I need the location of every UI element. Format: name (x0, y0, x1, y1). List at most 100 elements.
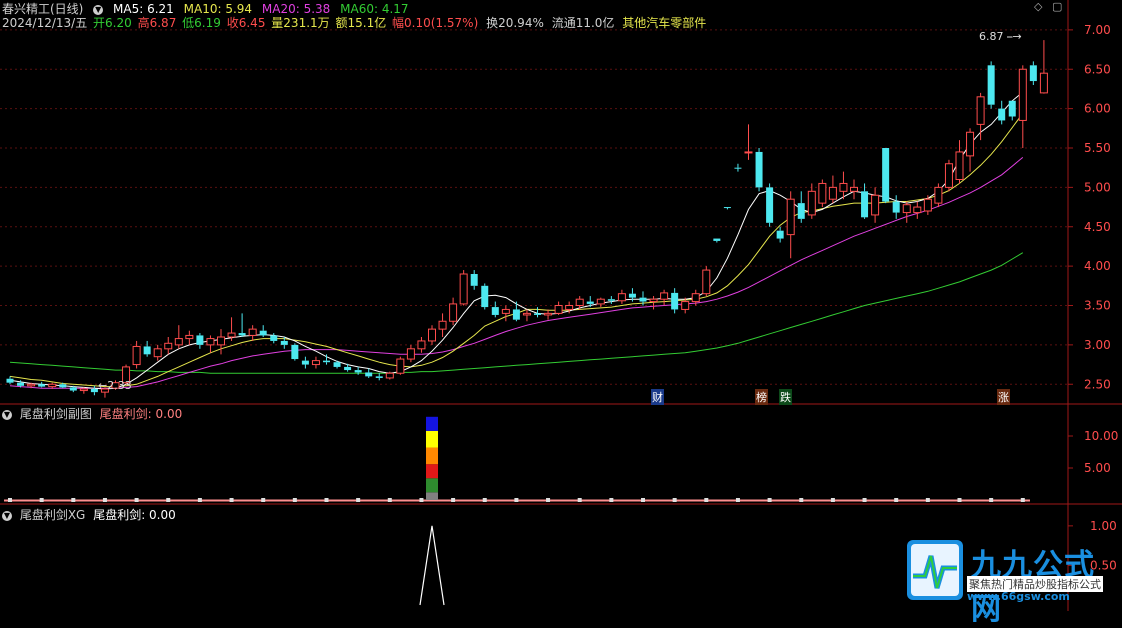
candle[interactable] (987, 61, 995, 109)
candle[interactable] (923, 195, 932, 215)
candle[interactable] (544, 309, 553, 320)
candle[interactable] (882, 148, 890, 204)
candle[interactable] (396, 356, 405, 375)
candle[interactable] (828, 175, 837, 204)
candle[interactable] (966, 128, 975, 172)
candle[interactable] (766, 183, 774, 227)
candle[interactable] (660, 289, 669, 306)
candle[interactable] (976, 92, 985, 141)
candle[interactable] (554, 301, 563, 315)
candle[interactable] (902, 201, 911, 223)
candle[interactable] (365, 368, 373, 378)
candle[interactable] (934, 183, 943, 208)
sub1-dot (641, 498, 645, 502)
marker-cai[interactable]: 财 (651, 389, 664, 405)
panel3-title[interactable]: 尾盘利剑XG (20, 508, 86, 522)
candle[interactable] (871, 187, 880, 223)
candle[interactable] (481, 283, 489, 310)
candle[interactable] (428, 325, 436, 345)
panel2-toggle-icon[interactable]: ▼ (2, 409, 12, 420)
menu-square-icon[interactable]: ▢ (1052, 0, 1062, 13)
sub1-dot (577, 498, 582, 502)
candle[interactable] (132, 340, 141, 369)
candle[interactable] (702, 266, 711, 297)
candle[interactable] (1018, 65, 1027, 148)
sub1-signal-segment (426, 492, 438, 500)
candle[interactable] (913, 201, 922, 219)
panel3-toggle-icon[interactable]: ▼ (2, 510, 12, 521)
sector-label[interactable]: 其他汽车零部件 (622, 16, 706, 30)
candle[interactable] (861, 183, 869, 219)
sub1-tick-label: 10.00 (1084, 429, 1118, 443)
marker-zhang[interactable]: 涨 (997, 389, 1010, 405)
candle[interactable] (501, 305, 510, 322)
candle[interactable] (449, 297, 458, 326)
candle[interactable] (522, 309, 531, 322)
candle[interactable] (90, 385, 98, 396)
candle[interactable] (755, 148, 763, 192)
candle[interactable] (248, 325, 257, 341)
candle[interactable] (512, 301, 520, 322)
diamond-icon[interactable]: ◇ (1034, 0, 1042, 13)
candle[interactable] (185, 330, 194, 345)
candle[interactable] (206, 335, 215, 353)
sub1-dot (229, 498, 234, 502)
low-label: 低6.19 (182, 16, 221, 30)
candle[interactable] (617, 289, 626, 304)
sub1-dot (1020, 498, 1025, 502)
candle[interactable] (438, 313, 447, 337)
low-price-annotation: ←2.33 (98, 379, 132, 392)
turnover-label: 换20.94% (486, 16, 544, 30)
candle[interactable] (143, 340, 151, 357)
candle[interactable] (311, 356, 320, 369)
candle[interactable] (744, 124, 753, 160)
sub1-dot (957, 498, 962, 502)
candle[interactable] (786, 191, 795, 259)
dropdown-icon[interactable]: ▼ (93, 4, 104, 15)
candle[interactable] (291, 343, 299, 361)
candle[interactable] (470, 270, 478, 290)
candle[interactable] (196, 333, 204, 349)
candle[interactable] (955, 140, 964, 184)
candle[interactable] (417, 337, 426, 353)
open-label: 开6.20 (93, 16, 132, 30)
candle[interactable] (776, 226, 784, 243)
candle[interactable] (164, 337, 173, 355)
candle[interactable] (850, 179, 858, 200)
candle[interactable] (807, 183, 816, 219)
candle[interactable] (713, 238, 721, 243)
candle[interactable] (6, 376, 14, 385)
candle[interactable] (238, 313, 246, 337)
marker-bang[interactable]: 榜 (755, 389, 768, 405)
candle[interactable] (1029, 61, 1037, 85)
candle[interactable] (38, 381, 46, 388)
candle[interactable] (459, 270, 468, 306)
candle[interactable] (1008, 100, 1016, 121)
candle[interactable] (406, 344, 415, 363)
candle[interactable] (797, 191, 805, 223)
candle[interactable] (174, 325, 183, 349)
candle[interactable] (227, 317, 236, 341)
candle[interactable] (671, 288, 679, 314)
candle[interactable] (607, 296, 615, 304)
candle[interactable] (217, 329, 225, 355)
candle[interactable] (375, 373, 383, 381)
candle[interactable] (259, 325, 267, 337)
candle[interactable] (491, 301, 499, 318)
candle[interactable] (385, 371, 394, 380)
sub1-signal-segment (426, 464, 438, 479)
candle[interactable] (944, 159, 953, 192)
panel2-title[interactable]: 尾盘利剑副图 (20, 407, 92, 421)
candle[interactable] (153, 344, 162, 361)
candle[interactable] (1039, 40, 1048, 94)
sub1-dot (39, 498, 44, 502)
candle[interactable] (270, 333, 278, 344)
candle[interactable] (892, 195, 900, 219)
candle[interactable] (301, 356, 309, 369)
candle[interactable] (723, 207, 731, 210)
candle[interactable] (734, 163, 742, 172)
marker-die[interactable]: 跌 (779, 389, 792, 405)
candle[interactable] (998, 100, 1006, 125)
candle[interactable] (818, 179, 827, 208)
candle[interactable] (596, 297, 605, 308)
